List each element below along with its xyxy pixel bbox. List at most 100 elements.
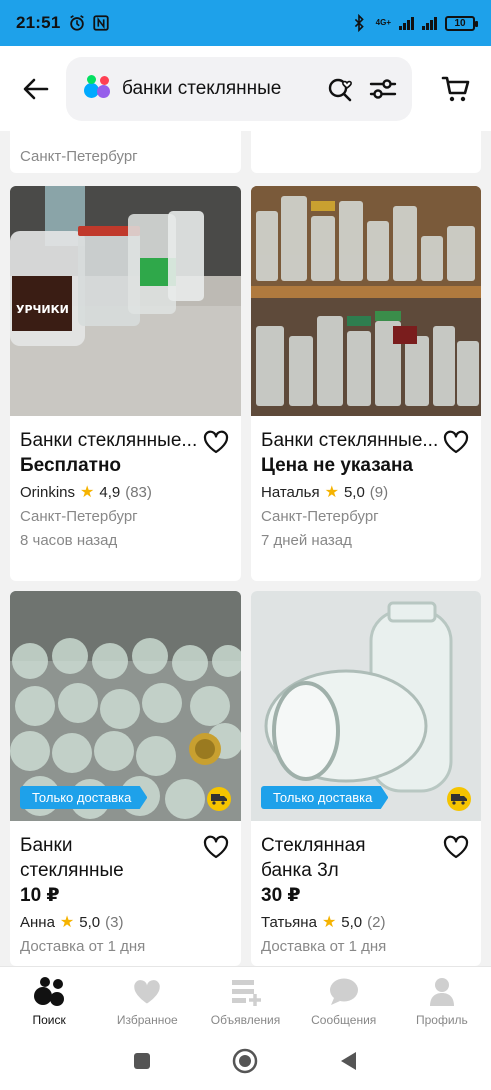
back-triangle-icon xyxy=(341,1052,357,1070)
listing-info: Банки стеклянные 10 ₽ Анна ★ 5,0 (3) Дос… xyxy=(10,821,241,957)
listing-info: Банки стеклянные... Бесплатно Orinkins ★… xyxy=(10,416,241,551)
listing-photo[interactable]: Только доставка xyxy=(10,591,241,821)
listing-info: Стеклянная банка 3л 30 ₽ Татьяна ★ 5,0 (… xyxy=(251,821,481,957)
seller-name: Татьяна xyxy=(261,913,317,931)
listings-feed[interactable]: Санкт-Петербург УРЧИКИ Банки стеклянные.… xyxy=(0,131,491,966)
cart-button[interactable] xyxy=(426,59,486,119)
nav-item-favorites[interactable]: Избранное xyxy=(98,967,196,1032)
back-arrow-icon xyxy=(23,78,49,99)
search-header: банки стеклянные xyxy=(0,46,491,131)
favorite-heart-icon[interactable] xyxy=(203,835,229,859)
listing-photo[interactable] xyxy=(251,186,481,416)
review-count: (9) xyxy=(369,483,389,501)
star-icon: ★ xyxy=(324,484,339,501)
listing-time: 7 дней назад xyxy=(261,532,352,549)
search-heart-icon xyxy=(328,78,352,101)
nfc-icon xyxy=(93,15,110,31)
nav-label: Избранное xyxy=(116,1013,178,1027)
signal-icon-2 xyxy=(422,16,437,30)
listing-price: 30 ₽ xyxy=(261,885,301,906)
battery-icon: 10 xyxy=(445,15,478,31)
heart-icon xyxy=(130,975,164,1009)
seller-name: Анна xyxy=(20,913,55,931)
nav-item-profile[interactable]: Профиль xyxy=(393,967,491,1032)
review-count: (83) xyxy=(125,483,152,501)
chat-icon xyxy=(327,975,361,1009)
nav-item-listings[interactable]: Объявления xyxy=(196,967,294,1032)
status-time: 21:51 xyxy=(16,13,61,32)
listing-card-partial[interactable] xyxy=(251,131,481,173)
jars-shelf-photo-image xyxy=(251,186,481,416)
network-type: 4G+ xyxy=(375,18,391,27)
back-button[interactable] xyxy=(6,59,66,119)
filter-button[interactable] xyxy=(366,72,400,106)
recent-apps-button[interactable] xyxy=(122,1041,162,1081)
listing-info: Банки стеклянные... Цена не указана Ната… xyxy=(251,416,481,551)
nav-item-messages[interactable]: Сообщения xyxy=(295,967,393,1032)
nav-item-search[interactable]: Поиск xyxy=(0,967,98,1032)
listing-time: 8 часов назад xyxy=(20,532,118,549)
seller-rating: 4,9 xyxy=(99,483,121,501)
listing-price: Бесплатно xyxy=(20,455,122,476)
svg-text:УРЧИКИ: УРЧИКИ xyxy=(16,303,69,316)
seller-info: Анна ★ 5,0 (3) xyxy=(20,912,231,932)
listing-title[interactable]: Стеклянная банка 3л xyxy=(261,833,421,883)
signal-icon xyxy=(399,16,414,30)
review-count: (2) xyxy=(367,913,386,931)
listing-photo[interactable]: Только доставка xyxy=(251,591,481,821)
listing-card[interactable]: УРЧИКИ Банки стеклянные... Бесплатно Ori… xyxy=(10,186,241,581)
search-input[interactable]: банки стеклянные xyxy=(66,56,412,121)
nav-label: Сообщения xyxy=(311,1013,377,1027)
nav-label: Поиск xyxy=(32,1013,66,1027)
listing-title[interactable]: Банки стеклянные xyxy=(20,833,180,883)
square-icon xyxy=(133,1053,150,1069)
home-circle-icon xyxy=(233,1048,258,1074)
add-listing-icon xyxy=(229,975,263,1009)
nav-label: Профиль xyxy=(416,1013,468,1027)
app-logo-icon xyxy=(84,74,112,103)
seller-info: Татьяна ★ 5,0 (2) xyxy=(261,912,471,932)
back-nav-button[interactable] xyxy=(329,1041,369,1081)
seller-name: Наталья xyxy=(261,483,320,501)
seller-info: Orinkins ★ 4,9 (83) xyxy=(20,482,231,502)
star-icon: ★ xyxy=(321,914,337,931)
filter-icon xyxy=(369,78,397,99)
saved-search-button[interactable] xyxy=(324,72,358,106)
delivery-only-badge: Только доставка xyxy=(20,786,148,809)
alarm-icon xyxy=(70,15,85,31)
status-bar: 21:51 4G+ 10 xyxy=(0,0,491,46)
listing-delivery: Доставка от 1 дня xyxy=(261,938,387,955)
favorite-heart-icon[interactable] xyxy=(443,835,469,859)
seller-rating: 5,0 xyxy=(343,483,365,501)
listing-location: Санкт-Петербург xyxy=(261,508,379,525)
seller-rating: 5,0 xyxy=(79,913,101,931)
listing-price: 10 ₽ xyxy=(20,885,60,906)
listing-card[interactable]: Только доставка Стеклянная банка 3л 30 ₽… xyxy=(251,591,481,966)
listing-title[interactable]: Банки стеклянные... xyxy=(20,428,200,453)
system-navigation-bar xyxy=(0,1032,491,1090)
favorite-heart-icon[interactable] xyxy=(443,430,469,454)
search-dots-icon xyxy=(32,975,66,1009)
delivery-truck-icon xyxy=(207,787,231,811)
home-button[interactable] xyxy=(225,1041,265,1081)
star-icon: ★ xyxy=(59,914,75,931)
listing-card-partial[interactable]: Санкт-Петербург xyxy=(10,131,241,173)
listing-price: Цена не указана xyxy=(261,455,413,476)
bluetooth-icon xyxy=(354,14,364,32)
review-count: (3) xyxy=(105,913,124,931)
delivery-truck-icon xyxy=(447,787,471,811)
listing-card[interactable]: Только доставка Банки стеклянные 10 ₽ Ан… xyxy=(10,591,241,966)
delivery-only-badge: Только доставка xyxy=(261,786,389,809)
listing-photo[interactable]: УРЧИКИ xyxy=(10,186,241,416)
listing-card[interactable]: Банки стеклянные... Цена не указана Ната… xyxy=(251,186,481,581)
favorite-heart-icon[interactable] xyxy=(203,430,229,454)
listing-title[interactable]: Банки стеклянные... xyxy=(261,428,441,453)
jars-photo-image: УРЧИКИ xyxy=(10,186,241,416)
listing-location: Санкт-Петербург xyxy=(20,148,138,165)
listing-delivery: Доставка от 1 дня xyxy=(20,938,146,955)
star-icon: ★ xyxy=(80,484,95,501)
search-query: банки стеклянные xyxy=(122,77,282,99)
seller-info: Наталья ★ 5,0 (9) xyxy=(261,482,471,502)
seller-name: Orinkins xyxy=(20,483,76,501)
profile-icon xyxy=(425,975,459,1009)
